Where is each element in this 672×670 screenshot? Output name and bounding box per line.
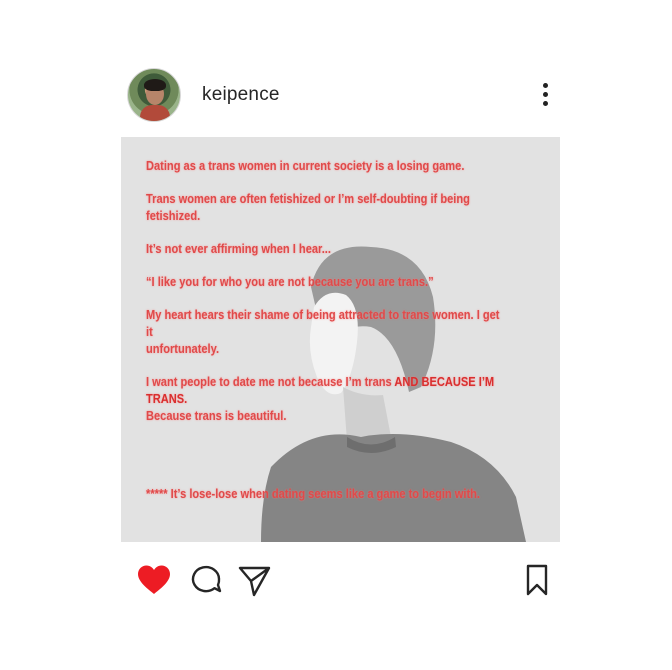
caption-text: I want people to date me not because I’m… (146, 375, 395, 389)
caption-line: My heart hears their shame of being attr… (146, 308, 500, 356)
caption-paragraph: I want people to date me not because I’m… (146, 374, 507, 425)
caption-line: “I like you for who you are not because … (146, 275, 434, 289)
caption-line: It’s not ever affirming when I hear... (146, 242, 331, 256)
caption-footer: ***** It’s lose-lose when dating seems l… (146, 487, 481, 501)
caption-line: Dating as a trans women in current socie… (146, 159, 465, 173)
username[interactable]: keipence (202, 84, 280, 106)
avatar[interactable] (127, 68, 181, 122)
avatar-hair (144, 79, 166, 91)
post-actions (0, 555, 672, 605)
more-vertical-icon[interactable] (536, 80, 556, 110)
share-icon[interactable] (238, 565, 272, 597)
comment-icon[interactable] (190, 564, 222, 596)
bookmark-icon[interactable] (526, 564, 548, 596)
avatar-shirt (140, 105, 170, 121)
caption-text: Because trans is beautiful. (146, 409, 287, 423)
heart-icon[interactable] (136, 564, 172, 596)
post-header: keipence (0, 0, 672, 130)
post-image[interactable]: Dating as a trans women in current socie… (121, 137, 560, 542)
caption-line: Trans women are often fetishized or I’m … (146, 192, 470, 223)
post-caption: Dating as a trans women in current socie… (146, 158, 507, 501)
